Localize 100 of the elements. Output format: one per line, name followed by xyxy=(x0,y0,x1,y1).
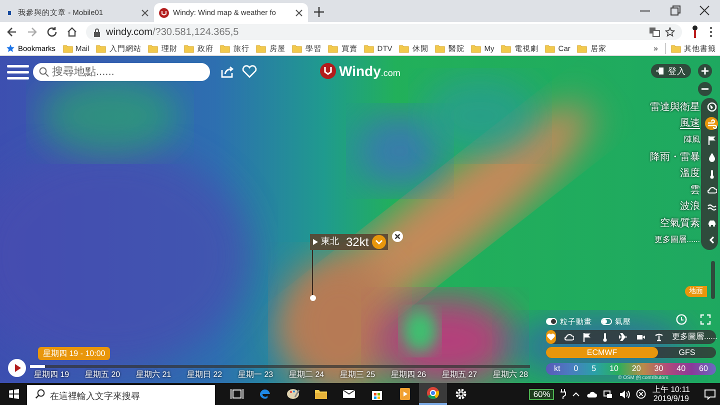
folder-icon[interactable] xyxy=(314,387,328,401)
webcam-icon[interactable] xyxy=(654,332,664,342)
volume-icon[interactable] xyxy=(619,390,630,398)
folder-icon xyxy=(220,44,230,53)
chevron-left-icon xyxy=(706,235,716,246)
new-tab-icon[interactable] xyxy=(314,7,324,17)
folder-icon xyxy=(471,44,482,53)
plane-icon[interactable] xyxy=(618,332,628,342)
overflow-chevron[interactable]: » xyxy=(654,42,658,54)
play-arrow-icon xyxy=(313,239,318,245)
thermometer-icon[interactable] xyxy=(600,332,610,342)
more-layers-link[interactable]: 更多圖層...... xyxy=(672,331,718,343)
heart-icon[interactable] xyxy=(546,332,556,342)
clock-date[interactable]: 2019/9/19 xyxy=(653,394,689,403)
folder-icon xyxy=(148,44,158,53)
share-icon[interactable] xyxy=(221,66,234,78)
folder-icon xyxy=(292,44,302,53)
zoom-out-icon[interactable] xyxy=(698,82,712,96)
altitude-slider-track[interactable] xyxy=(711,261,715,299)
translate-icon[interactable] xyxy=(649,27,660,37)
favicon-icon xyxy=(8,10,11,14)
media-player-icon[interactable] xyxy=(398,387,412,401)
heart-icon[interactable] xyxy=(242,65,257,78)
settings-icon[interactable] xyxy=(454,387,468,401)
folder-icon xyxy=(545,44,556,53)
mail-icon[interactable] xyxy=(342,387,356,401)
reload-icon[interactable] xyxy=(46,26,58,38)
flag-icon[interactable] xyxy=(582,332,592,342)
menu-icon[interactable] xyxy=(7,64,29,80)
video-camera-icon[interactable] xyxy=(636,332,646,342)
caret-icon[interactable] xyxy=(372,235,386,249)
wind-direction: 東北 xyxy=(321,235,339,248)
timeline-day[interactable]: 星期六 21 xyxy=(136,369,187,381)
more-menu-icon[interactable] xyxy=(708,26,714,38)
search-icon xyxy=(39,67,49,77)
timeline-day[interactable]: 星期二 24 xyxy=(289,369,340,381)
url-text: windy.com/?30.581,124.365,5 xyxy=(106,26,239,40)
clock-time[interactable]: 上午 10:11 xyxy=(652,385,690,394)
timeline-day[interactable]: 星期六 28 xyxy=(493,369,544,381)
close-icon[interactable] xyxy=(141,8,149,16)
folder-icon xyxy=(256,44,266,53)
folder-icon xyxy=(577,44,588,53)
folder-icon xyxy=(364,44,374,53)
car-icon xyxy=(706,218,716,228)
search-field[interactable]: 搜尋地點...... xyxy=(33,63,210,81)
flag-icon xyxy=(706,135,716,146)
battery-indicator: 60% xyxy=(529,388,554,400)
windy-favicon-icon xyxy=(159,8,169,18)
wind-icon xyxy=(706,118,716,129)
wind-speed-legend: kt 0 5 10 20 30 40 60 xyxy=(546,363,716,375)
login-button[interactable]: 登入 xyxy=(651,64,691,78)
timeline-day[interactable]: 星期日 22 xyxy=(187,369,238,381)
logo-icon xyxy=(320,63,336,79)
drop-icon xyxy=(706,152,716,162)
cloud-icon[interactable] xyxy=(564,332,574,342)
timeline-day[interactable]: 星期四 19 xyxy=(34,369,85,381)
windy-logo: Windy.com xyxy=(320,63,400,79)
windows-start-icon[interactable] xyxy=(8,389,18,399)
paint-palette-icon[interactable] xyxy=(286,387,300,401)
network-icon[interactable] xyxy=(603,390,614,398)
zoom-in-icon[interactable] xyxy=(698,64,712,78)
model-tab[interactable]: GFS xyxy=(658,347,716,358)
timeline-day[interactable]: 星期四 26 xyxy=(391,369,442,381)
folder-icon xyxy=(96,44,106,53)
folder-icon xyxy=(671,44,681,53)
close-icon[interactable] xyxy=(295,8,303,16)
timeline-day[interactable]: 星期五 20 xyxy=(85,369,136,381)
cloud-icon[interactable] xyxy=(586,390,598,398)
star-icon xyxy=(6,44,15,53)
address-bar[interactable]: windy.com/?30.581,124.365,5 xyxy=(86,24,682,40)
folder-icon xyxy=(399,44,410,53)
close-icon[interactable] xyxy=(392,231,403,242)
circle-x-icon[interactable] xyxy=(636,389,646,399)
folder-icon xyxy=(328,44,338,53)
timeline-day[interactable]: 星期一 23 xyxy=(238,369,289,381)
notification-icon[interactable] xyxy=(704,388,716,400)
chrome-icon[interactable] xyxy=(426,386,440,400)
folder-icon xyxy=(62,44,73,53)
timeline-day[interactable]: 星期三 25 xyxy=(340,369,391,381)
taskbar-search-field[interactable]: 在這裡輸入文字來搜尋 xyxy=(27,385,215,405)
cloud-icon xyxy=(706,185,716,196)
waves-icon xyxy=(706,202,716,212)
task-view-icon[interactable] xyxy=(230,387,244,401)
leader-line xyxy=(312,250,313,295)
edge-icon[interactable] xyxy=(258,387,272,401)
clock-icon[interactable] xyxy=(676,314,687,325)
fullscreen-icon[interactable] xyxy=(700,314,711,325)
star-icon[interactable] xyxy=(665,27,675,37)
search-icon xyxy=(35,389,45,399)
chevron-up-icon[interactable] xyxy=(572,391,580,397)
wind-speed: 32kt xyxy=(346,234,369,251)
timeline-day[interactable]: 星期五 27 xyxy=(442,369,493,381)
plug-icon xyxy=(560,389,566,399)
back-icon[interactable] xyxy=(6,26,18,38)
home-icon[interactable] xyxy=(66,26,78,38)
folder-icon xyxy=(501,44,512,53)
timeline-track[interactable] xyxy=(30,365,530,368)
time-label: 星期四 19 - 10:00 xyxy=(38,347,110,360)
folder-icon xyxy=(184,44,194,53)
play-button-icon[interactable] xyxy=(8,359,26,377)
